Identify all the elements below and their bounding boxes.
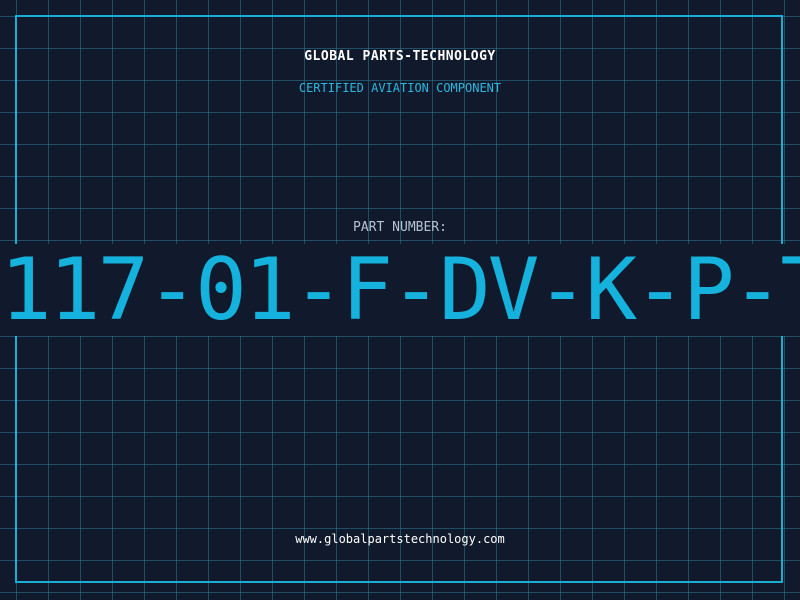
part-number-label: PART NUMBER: bbox=[353, 220, 447, 235]
company-name: GLOBAL PARTS-TECHNOLOGY bbox=[304, 49, 496, 64]
part-number-value: 117-01-F-DV-K-P-TR bbox=[0, 244, 800, 336]
part-number-band: 117-01-F-DV-K-P-TR bbox=[0, 244, 800, 336]
website-url: www.globalpartstechnology.com bbox=[295, 532, 505, 546]
certification-text: CERTIFIED AVIATION COMPONENT bbox=[298, 81, 502, 95]
